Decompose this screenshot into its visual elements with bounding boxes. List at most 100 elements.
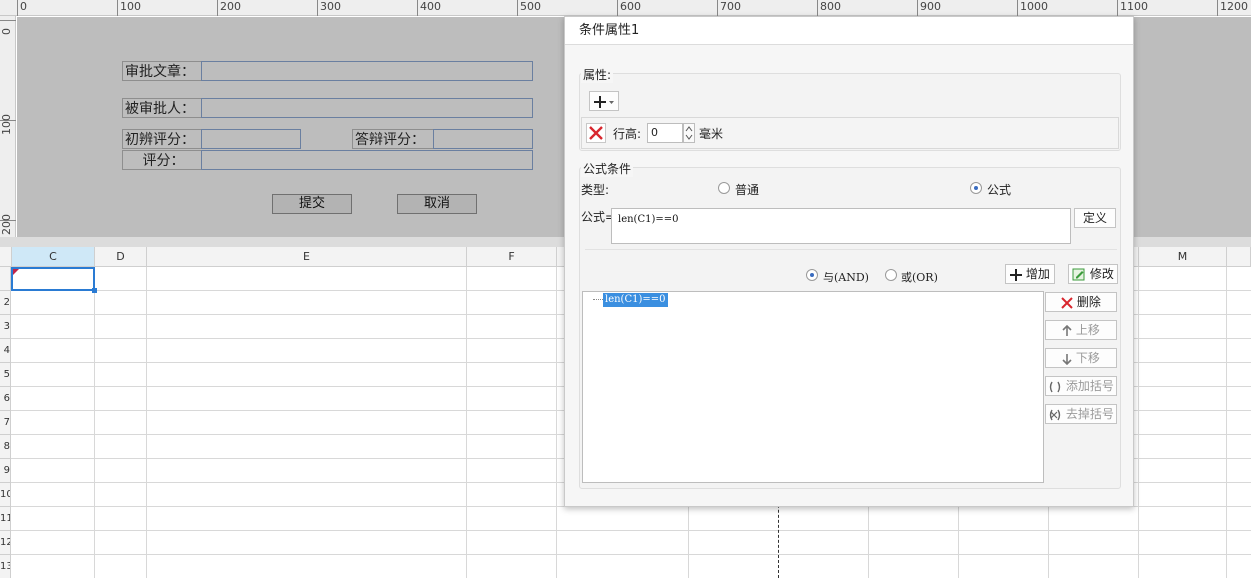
- plus-icon: [1010, 268, 1023, 281]
- grid-line: [11, 530, 1251, 531]
- define-button[interactable]: 定义: [1074, 208, 1116, 228]
- formula-input[interactable]: len(C1)==0: [611, 208, 1071, 244]
- score-field[interactable]: [201, 150, 533, 170]
- plus-icon: [594, 95, 614, 108]
- ruler-tick: 500: [517, 0, 541, 16]
- ruler-tick: 200: [217, 0, 241, 16]
- add-property-button[interactable]: [589, 91, 619, 111]
- type-normal-label: 普通: [735, 183, 760, 197]
- move-up-button[interactable]: 上移: [1045, 320, 1117, 340]
- row-header[interactable]: 7: [0, 411, 11, 435]
- column-header-f[interactable]: F: [467, 247, 557, 267]
- ruler-tick: 100: [117, 0, 141, 16]
- row-header[interactable]: 11: [0, 507, 11, 531]
- column-header-c[interactable]: C: [12, 247, 95, 267]
- row-header[interactable]: 8: [0, 435, 11, 459]
- add-condition-button[interactable]: 增加: [1005, 264, 1055, 284]
- top-ruler: 0 100 200 300 400 500 600 700 800 900 10…: [0, 0, 1251, 16]
- ruler-tick: 900: [917, 0, 941, 16]
- ruler-tick: 0: [17, 0, 27, 16]
- label-score: 评分：: [122, 150, 202, 170]
- ruler-tick: 1200: [1217, 0, 1248, 16]
- label-person: 被审批人：: [122, 98, 202, 118]
- condition-marker-icon: [13, 269, 19, 275]
- article-field[interactable]: [201, 61, 533, 81]
- remove-bracket-icon: [1049, 409, 1061, 420]
- add-condition-label: 增加: [1025, 267, 1050, 281]
- corner-header: [0, 247, 12, 267]
- row-header[interactable]: 10: [0, 483, 11, 507]
- fill-handle[interactable]: [92, 288, 97, 293]
- row-header[interactable]: [0, 267, 11, 291]
- row-header[interactable]: 12: [0, 531, 11, 555]
- type-label: 类型:: [581, 183, 610, 197]
- ruler-tick: 200: [0, 214, 16, 235]
- grid-line: [1138, 267, 1139, 578]
- row-header[interactable]: 3: [0, 315, 11, 339]
- add-bracket-label: 添加括号: [1065, 379, 1114, 393]
- row-height-input[interactable]: 0: [647, 123, 683, 143]
- row-header[interactable]: 5: [0, 363, 11, 387]
- row-header[interactable]: 2: [0, 291, 11, 315]
- move-down-label: 下移: [1075, 351, 1100, 365]
- delete-icon: [589, 126, 603, 140]
- person-field[interactable]: [201, 98, 533, 118]
- ruler-tick: 400: [417, 0, 441, 16]
- condition-properties-dialog: 条件属性1 属性: 行高: 0 毫米 公式条件 类型: 普通 公式 公式= le…: [564, 16, 1134, 507]
- formula-label: 公式=: [581, 210, 616, 224]
- and-label: 与(AND): [823, 271, 869, 284]
- initial-score-field[interactable]: [201, 129, 301, 149]
- column-header-next: [1227, 247, 1251, 267]
- remove-bracket-button[interactable]: 去掉括号: [1045, 404, 1117, 424]
- or-radio[interactable]: [885, 269, 897, 281]
- cancel-button[interactable]: 取消: [397, 194, 477, 214]
- left-ruler: 0 100 200: [0, 16, 16, 244]
- delete-button[interactable]: 删除: [1045, 292, 1117, 312]
- add-bracket-button[interactable]: 添加括号: [1045, 376, 1117, 396]
- move-up-label: 上移: [1075, 323, 1100, 337]
- ruler-tick: 800: [817, 0, 841, 16]
- remove-bracket-label: 去掉括号: [1065, 407, 1114, 421]
- bracket-icon: [1049, 381, 1061, 392]
- ruler-tick: 1000: [1017, 0, 1048, 16]
- grid-line: [556, 267, 557, 578]
- type-normal-radio[interactable]: [718, 182, 730, 194]
- remove-property-button[interactable]: [586, 123, 606, 143]
- edit-icon: [1072, 268, 1085, 280]
- condition-list[interactable]: len(C1)==0: [582, 291, 1044, 483]
- grid-line: [11, 554, 1251, 555]
- column-header-d[interactable]: D: [95, 247, 147, 267]
- type-formula-radio[interactable]: [970, 182, 982, 194]
- delete-label: 删除: [1076, 295, 1101, 309]
- column-header-m[interactable]: M: [1139, 247, 1227, 267]
- row-header[interactable]: 13: [0, 555, 11, 578]
- grid-line: [94, 267, 95, 578]
- or-label: 或(OR): [901, 271, 938, 284]
- properties-label: 属性:: [581, 66, 614, 83]
- row-header[interactable]: 4: [0, 339, 11, 363]
- condition-item[interactable]: len(C1)==0: [603, 293, 668, 307]
- row-header[interactable]: 9: [0, 459, 11, 483]
- submit-button[interactable]: 提交: [272, 194, 352, 214]
- dialog-title[interactable]: 条件属性1: [565, 17, 1133, 45]
- type-formula-label: 公式: [987, 183, 1012, 197]
- delete-icon: [1061, 296, 1073, 309]
- grid-line: [466, 267, 467, 578]
- grid-line: [1226, 267, 1227, 578]
- arrow-up-icon: [1062, 324, 1072, 336]
- modify-condition-button[interactable]: 修改: [1068, 264, 1118, 284]
- selected-cell-c1[interactable]: [11, 267, 97, 293]
- modify-condition-label: 修改: [1089, 267, 1114, 281]
- defense-score-field[interactable]: [433, 129, 533, 149]
- ruler-tick: 0: [0, 20, 16, 35]
- ruler-tick: 100: [0, 114, 16, 135]
- move-down-button[interactable]: 下移: [1045, 348, 1117, 368]
- and-radio[interactable]: [806, 269, 818, 281]
- row-height-spinner[interactable]: [683, 123, 695, 143]
- column-header-e[interactable]: E: [147, 247, 467, 267]
- row-header[interactable]: 6: [0, 387, 11, 411]
- label-initial-score: 初辨评分：: [122, 129, 202, 149]
- ruler-tick: 600: [617, 0, 641, 16]
- label-defense-score: 答辩评分：: [352, 129, 434, 149]
- row-height-label: 行高:: [613, 127, 642, 141]
